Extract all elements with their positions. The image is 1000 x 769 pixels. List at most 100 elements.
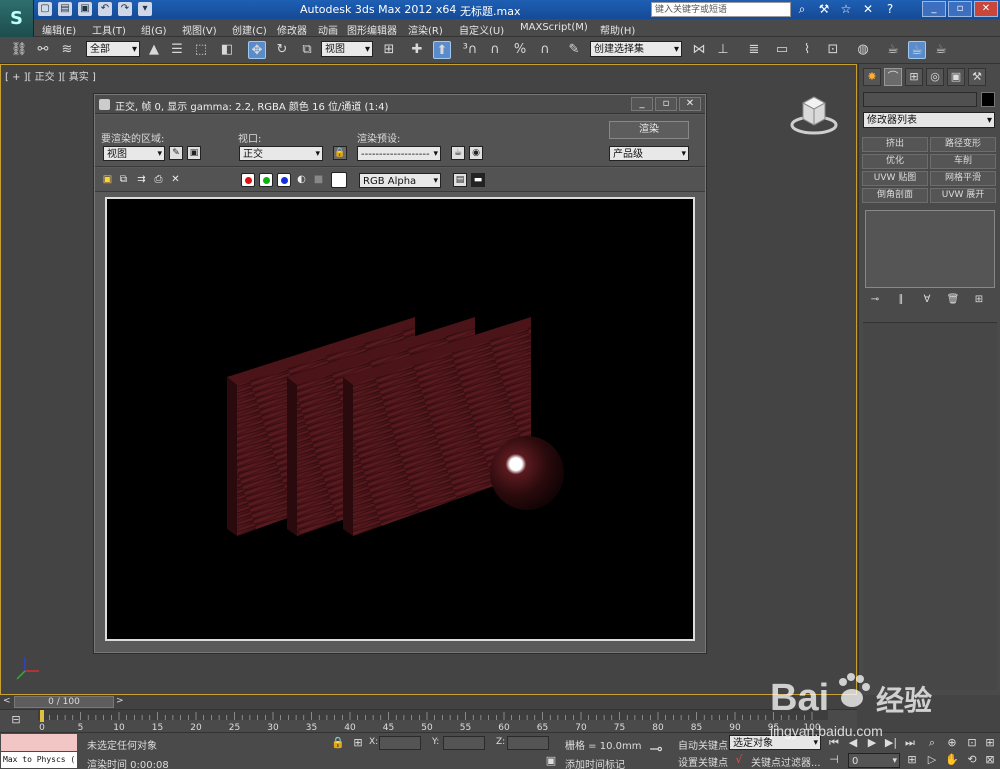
key-filters-icon[interactable]: √ [731,753,747,767]
utilities-tab-icon[interactable]: ⚒ [968,68,986,86]
open-file-icon[interactable]: ▤ [58,2,72,16]
minimize-button[interactable]: _ [922,1,946,17]
key-filters-button[interactable]: 关键点过滤器... [751,754,821,769]
play-icon[interactable]: ▶ [864,736,880,750]
set-key-icon[interactable]: ⊸ [648,741,664,757]
motion-tab-icon[interactable]: ◎ [926,68,944,86]
render-button[interactable]: 渲染 [609,121,689,139]
key-set-select[interactable]: 选定对象 [729,735,821,751]
time-tag-icon[interactable]: ▣ [543,754,559,768]
rotate-icon[interactable]: ↻ [273,41,291,59]
render-setup-icon[interactable]: ☕ [884,41,902,59]
new-file-icon[interactable]: ▢ [38,2,52,16]
menu-group[interactable]: 组(G) [141,22,167,37]
add-time-tag[interactable]: 添加时间标记 [565,756,625,769]
time-configuration-icon[interactable]: ⊞ [904,753,920,767]
mirror-icon[interactable]: ⋈ [690,41,708,59]
scale-icon[interactable]: ⧉ [298,41,316,59]
viewport-label[interactable]: [ + ][ 正交 ][ 真实 ] [5,68,96,83]
track-bar[interactable]: ⊟ 0 5 10 15 20 25 30 35 40 45 50 55 60 65 70 75 80 85 90 95… [0,709,857,733]
prev-frame-icon[interactable]: < [3,696,11,706]
pan-view-icon[interactable]: ✋ [944,753,960,767]
toggle-ui-icon[interactable]: ▬ [471,173,485,187]
rendered-frame-window-icon[interactable]: ☕ [908,41,926,59]
viewcube-icon[interactable] [789,93,839,135]
y-coordinate-field[interactable] [443,736,485,750]
current-frame-marker[interactable] [40,710,44,722]
make-unique-icon[interactable]: ∀ [919,294,935,308]
maximize-viewport-icon[interactable]: ⊠ [982,753,998,767]
auto-region-icon[interactable]: ▣ [187,146,201,160]
menu-tools[interactable]: 工具(T) [92,22,126,37]
select-object-icon[interactable]: ▲ [145,41,163,59]
hierarchy-tab-icon[interactable]: ⊞ [905,68,923,86]
optimize-button[interactable]: 优化 [862,154,928,169]
display-tab-icon[interactable]: ▣ [947,68,965,86]
uvw-map-button[interactable]: UVW 贴图 [862,171,928,186]
render-window-minimize-button[interactable]: _ [631,97,653,111]
keyboard-shortcut-icon[interactable]: ⬆ [433,41,451,59]
help-icon[interactable]: ? [883,2,897,16]
x-coordinate-field[interactable] [379,736,421,750]
bevel-profile-button[interactable]: 倒角剖面 [862,188,928,203]
render-setup-icon[interactable]: ☕ [451,146,465,160]
object-name-field[interactable] [863,92,977,107]
menu-help[interactable]: 帮助(H) [600,22,635,37]
copy-image-icon[interactable]: ⧉ [117,173,130,186]
redo-icon[interactable]: ↷ [118,2,132,16]
render-window-titlebar[interactable]: 正交, 帧 0, 显示 gamma: 2.2, RGBA 颜色 16 位/通道 … [95,95,705,114]
clone-frame-icon[interactable]: ⇉ [135,173,148,186]
show-end-result-icon[interactable]: ∥ [893,294,909,308]
unlink-icon[interactable]: ⚯ [34,41,52,59]
align-icon[interactable]: ⊥ [714,41,732,59]
render-window-maximize-button[interactable]: ▫ [655,97,677,111]
rect-region-icon[interactable]: ⬚ [192,41,210,59]
modifier-list-select[interactable]: 修改器列表 [863,112,995,129]
maxscript-listener-output[interactable]: Max to Physcs ( [1,752,77,768]
previous-key-icon[interactable]: ◀ [845,736,861,750]
time-slider[interactable]: < 0 / 100 > [0,695,857,709]
next-key-icon[interactable]: ▶| [883,736,899,750]
viewport-select[interactable]: 正交 [239,146,323,162]
modifier-stack[interactable] [865,210,995,288]
unwrap-uvw-button[interactable]: UVW 展开 [930,188,996,203]
menu-edit[interactable]: 编辑(E) [42,22,76,37]
alpha-channel-icon[interactable]: ◐ [295,173,308,186]
lathe-button[interactable]: 车削 [930,154,996,169]
undo-icon[interactable]: ↶ [98,2,112,16]
percent-snap-icon[interactable]: % [511,41,529,59]
window-crossing-icon[interactable]: ◧ [218,41,236,59]
pivot-center-icon[interactable]: ⊞ [380,41,398,59]
clear-image-icon[interactable]: ✕ [169,173,182,186]
key-mode-icon[interactable]: ⊣ [826,753,842,767]
remove-modifier-icon[interactable]: 🗑 [945,294,961,308]
app-logo[interactable]: S [0,0,34,37]
time-slider-thumb[interactable]: 0 / 100 [14,696,114,708]
graphite-tools-icon[interactable]: ▭ [773,41,791,59]
go-to-end-icon[interactable]: ⏭ [902,736,918,750]
field-of-view-icon[interactable]: ▷ [924,753,940,767]
object-color-swatch[interactable] [981,92,995,107]
auto-key-button[interactable]: 自动关键点 [678,737,728,752]
snaps-toggle-icon[interactable]: ³∩ [461,41,479,59]
environment-effects-icon[interactable]: ◉ [469,146,483,160]
binoculars-icon[interactable]: ⌕ [795,2,809,16]
orbit-icon[interactable]: ⟲ [964,753,980,767]
render-production-icon[interactable]: ☕ [932,41,950,59]
print-image-icon[interactable]: ⎙ [152,173,165,186]
save-file-icon[interactable]: ▣ [78,2,92,16]
menu-create[interactable]: 创建(C) [232,22,267,37]
menu-customize[interactable]: 自定义(U) [459,22,504,37]
close-search-icon[interactable]: ✕ [861,2,875,16]
search-input[interactable]: 键入关键字或短语 [651,2,791,17]
layer-manager-icon[interactable]: ≣ [745,41,763,59]
set-key-button[interactable]: 设置关键点 [678,754,728,769]
menu-animation[interactable]: 动画 [318,22,338,37]
lock-viewport-icon[interactable]: 🔒 [333,146,347,160]
quick-access-dropdown-icon[interactable]: ▾ [138,2,152,16]
menu-views[interactable]: 视图(V) [182,22,217,37]
maxscript-listener-input[interactable] [1,734,77,751]
absolute-mode-icon[interactable]: ⊞ [350,736,366,750]
edit-named-selection-icon[interactable]: ✎ [565,41,583,59]
next-frame-icon[interactable]: > [116,696,124,706]
